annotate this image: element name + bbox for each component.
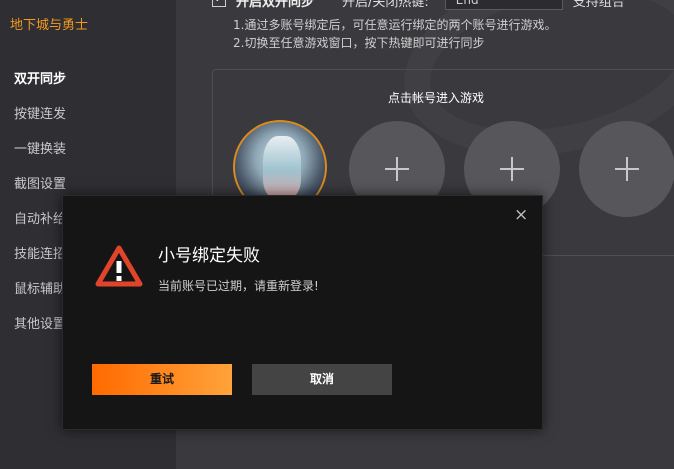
sync-description: 1.通过多账号绑定后，可任意运行绑定的两个账号进行游戏。 2.切换至任意游戏窗口… (233, 16, 556, 52)
dialog-message: 当前账号已过期，请重新登录! (158, 279, 319, 293)
sidebar-item-quick-equip[interactable]: 一键换装 (0, 132, 176, 167)
retry-button[interactable]: 重试 (92, 364, 232, 395)
sync-settings-row: ✓ 开启双开同步 开启/关闭热键: End 支持组合 (212, 0, 625, 10)
error-dialog: × 小号绑定失败 当前账号已过期，请重新登录! 重试 取消 (62, 195, 543, 430)
sync-checkbox[interactable]: ✓ (212, 0, 226, 7)
warning-icon (95, 245, 143, 287)
description-line-2: 2.切换至任意游戏窗口，按下热键即可进行同步 (233, 36, 485, 50)
dialog-title: 小号绑定失败 (158, 246, 260, 266)
combo-hint-label: 支持组合 (572, 0, 625, 10)
cancel-button[interactable]: 取消 (252, 364, 392, 395)
description-line-1: 1.通过多账号绑定后，可任意运行绑定的两个账号进行游戏。 (233, 18, 557, 32)
hotkey-label: 开启/关闭热键: (342, 0, 429, 10)
add-account-slot-3[interactable] (579, 121, 674, 217)
sidebar-item-dual-sync[interactable]: 双开同步 (0, 62, 176, 97)
app-title: 地下城与勇士 (10, 18, 89, 33)
sync-toggle-label: 开启双开同步 (236, 0, 315, 10)
panel-title: 点击帐号进入游戏 (387, 91, 484, 105)
avatar-character-image (263, 136, 301, 198)
close-icon[interactable]: × (514, 207, 528, 224)
sidebar-item-key-repeat[interactable]: 按键连发 (0, 97, 176, 132)
hotkey-input[interactable]: End (444, 0, 563, 10)
